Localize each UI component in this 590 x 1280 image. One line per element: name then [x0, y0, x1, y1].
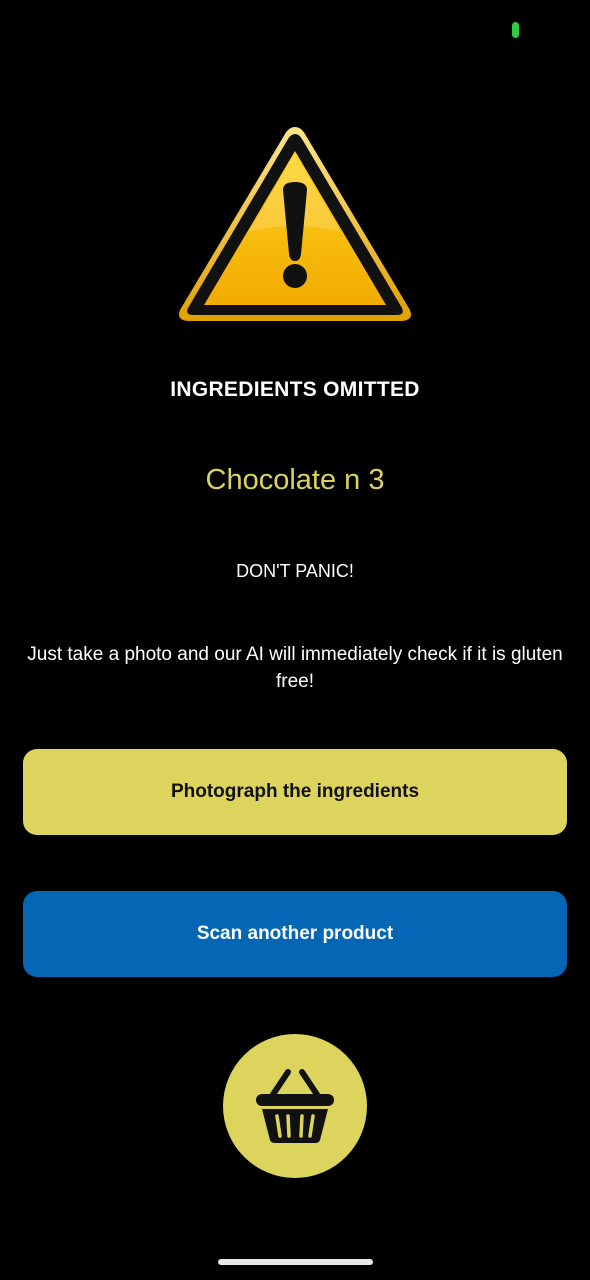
photograph-ingredients-label: Photograph the ingredients — [170, 781, 420, 802]
shopping-basket-button[interactable] — [223, 1034, 367, 1178]
shopping-basket-icon — [250, 1064, 340, 1149]
home-indicator[interactable] — [218, 1259, 373, 1265]
scan-another-product-label: Scan another product — [196, 923, 394, 944]
warning-triangle-icon — [176, 124, 414, 324]
screen-title: INGREDIENTS OMITTED — [170, 378, 420, 401]
panic-message: DON'T PANIC! — [236, 561, 354, 581]
explanation-text: Just take a photo and our AI will immedi… — [27, 644, 563, 692]
photograph-ingredients-button[interactable]: Photograph the ingredients — [23, 749, 567, 835]
status-indicator — [512, 22, 519, 38]
product-name: Chocolate n 3 — [205, 464, 385, 496]
scan-another-product-button[interactable]: Scan another product — [23, 891, 567, 977]
